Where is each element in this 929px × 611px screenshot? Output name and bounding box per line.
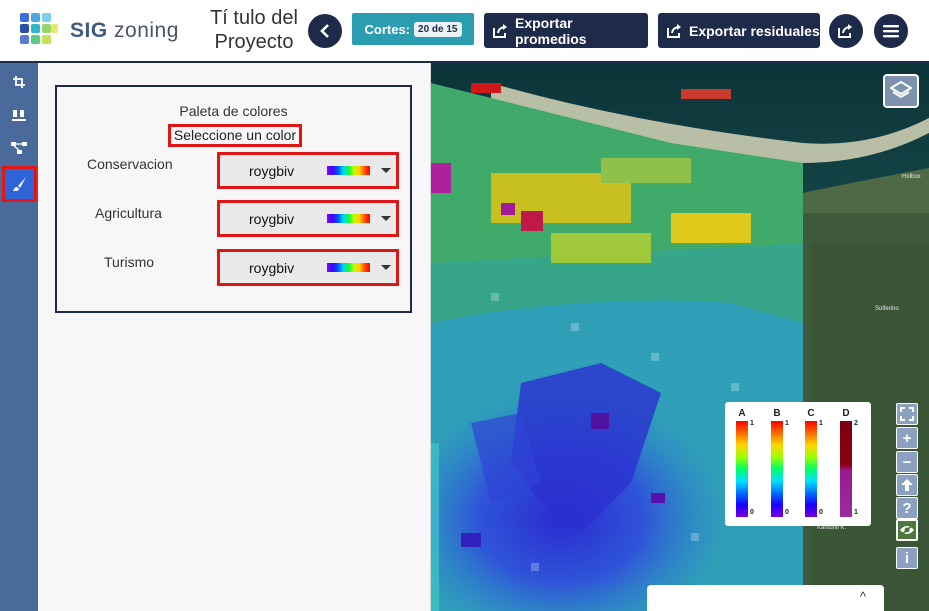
palette-title: Paleta de colores bbox=[179, 103, 288, 119]
paintbrush-tool-button[interactable] bbox=[2, 166, 37, 202]
palette-name: roygbiv bbox=[249, 259, 295, 276]
cups-icon bbox=[12, 110, 26, 121]
rainbow-swatch-icon bbox=[327, 263, 370, 272]
palette-box: Paleta de colores Seleccione un color Co… bbox=[55, 85, 412, 313]
legend-min: 0 bbox=[819, 509, 823, 516]
legend-letter: D bbox=[842, 408, 850, 419]
place-label: Solferino bbox=[875, 306, 899, 312]
cortes-badge: 20 de 15 bbox=[414, 21, 462, 37]
row-label-agricultura: Agricultura bbox=[95, 205, 162, 221]
legend-column: C 1 0 bbox=[800, 408, 823, 523]
layers-icon bbox=[890, 81, 912, 99]
legend-color-bar bbox=[805, 421, 817, 517]
fullscreen-button[interactable] bbox=[896, 403, 918, 425]
fullscreen-icon bbox=[900, 407, 914, 421]
caret-down-icon bbox=[381, 168, 391, 173]
top-header: SIG zoning Tí tulo del Proyecto Cortes: … bbox=[0, 0, 929, 63]
legend-min: 0 bbox=[750, 509, 754, 516]
zoom-out-button[interactable]: − bbox=[896, 451, 918, 473]
north-arrow-icon bbox=[901, 479, 913, 491]
bottom-drawer-tab[interactable]: ^ bbox=[647, 585, 884, 611]
network-icon bbox=[11, 142, 27, 154]
legend-column: A 1 0 bbox=[731, 408, 754, 523]
cups-tool-button[interactable] bbox=[3, 100, 35, 130]
zoom-in-button[interactable]: + bbox=[896, 427, 918, 449]
select-color-hint: Seleccione un color bbox=[168, 124, 302, 147]
chevron-left-icon bbox=[320, 24, 329, 38]
map-legend: A 1 0 B 1 0 C 1 0 D 2 1 bbox=[725, 402, 871, 526]
north-arrow-button[interactable] bbox=[896, 474, 918, 496]
cortes-button[interactable]: Cortes: 20 de 15 bbox=[352, 13, 474, 45]
legend-column: D 2 1 bbox=[835, 408, 858, 523]
layers-button[interactable] bbox=[883, 74, 919, 108]
export-promedios-button[interactable]: Exportar promedios bbox=[484, 13, 648, 48]
crop-tool-button[interactable] bbox=[3, 67, 35, 97]
row-label-conservacion: Conservacion bbox=[87, 156, 173, 172]
map-view[interactable]: Holbox Solferino Kantunil K. A 1 0 B 1 0… bbox=[431, 63, 929, 611]
info-button[interactable]: i bbox=[896, 547, 918, 569]
legend-letter: A bbox=[738, 408, 746, 419]
share-button[interactable] bbox=[829, 14, 863, 48]
left-toolbar bbox=[0, 63, 38, 611]
export-residuales-label: Exportar residuales bbox=[689, 22, 820, 39]
paintbrush-icon bbox=[12, 177, 26, 191]
app-window: SIG zoning Tí tulo del Proyecto Cortes: … bbox=[0, 0, 929, 611]
palette-name: roygbiv bbox=[249, 162, 295, 179]
legend-min: 1 bbox=[854, 509, 858, 516]
crop-icon bbox=[13, 76, 25, 88]
legend-max: 1 bbox=[819, 420, 823, 427]
network-tool-button[interactable] bbox=[3, 133, 35, 163]
rainbow-swatch-icon bbox=[327, 166, 370, 175]
legend-letter: B bbox=[773, 408, 781, 419]
caret-down-icon bbox=[381, 216, 391, 221]
export-icon bbox=[493, 23, 507, 38]
hamburger-menu-icon bbox=[883, 25, 899, 38]
sigzoning-logo[interactable]: SIG zoning bbox=[18, 11, 183, 51]
logo-text-bold: SIG bbox=[70, 19, 108, 42]
export-icon bbox=[667, 23, 681, 38]
menu-button[interactable] bbox=[874, 14, 908, 48]
caret-down-icon bbox=[381, 265, 391, 270]
legend-letter: C bbox=[807, 408, 815, 419]
palette-name: roygbiv bbox=[249, 210, 295, 227]
legend-max: 2 bbox=[854, 420, 858, 427]
palette-select-conservacion[interactable]: roygbiv bbox=[217, 152, 399, 189]
legend-max: 1 bbox=[750, 420, 754, 427]
legend-color-bar bbox=[840, 421, 852, 517]
zoom-out-icon: − bbox=[902, 453, 912, 471]
project-title[interactable]: Tí tulo del Proyecto bbox=[200, 6, 308, 54]
legend-max: 1 bbox=[785, 420, 789, 427]
back-button[interactable] bbox=[308, 14, 342, 48]
visibility-toggle[interactable] bbox=[896, 519, 918, 541]
place-label: Holbox bbox=[902, 174, 921, 180]
help-button[interactable]: ? bbox=[896, 497, 918, 519]
chevron-up-icon: ^ bbox=[859, 589, 866, 604]
legend-color-bar bbox=[736, 421, 748, 517]
legend-color-bar bbox=[771, 421, 783, 517]
cortes-label: Cortes: bbox=[364, 21, 411, 37]
row-label-turismo: Turismo bbox=[104, 254, 155, 270]
legend-min: 0 bbox=[785, 509, 789, 516]
info-icon: i bbox=[904, 549, 910, 567]
visibility-icon bbox=[900, 524, 914, 536]
palette-select-agricultura[interactable]: roygbiv bbox=[217, 200, 399, 237]
palette-select-turismo[interactable]: roygbiv bbox=[217, 249, 399, 286]
map-raster-layer bbox=[431, 63, 929, 611]
logo-mark-icon bbox=[20, 13, 58, 44]
share-icon bbox=[838, 24, 852, 38]
rainbow-swatch-icon bbox=[327, 214, 370, 223]
export-residuales-button[interactable]: Exportar residuales bbox=[658, 13, 820, 48]
help-icon: ? bbox=[902, 499, 912, 517]
zoom-in-icon: + bbox=[902, 429, 912, 447]
legend-column: B 1 0 bbox=[766, 408, 789, 523]
color-palette-panel: Paleta de colores Seleccione un color Co… bbox=[38, 63, 431, 611]
logo-text-rest: zoning bbox=[114, 19, 179, 42]
export-promedios-label: Exportar promedios bbox=[515, 14, 587, 47]
